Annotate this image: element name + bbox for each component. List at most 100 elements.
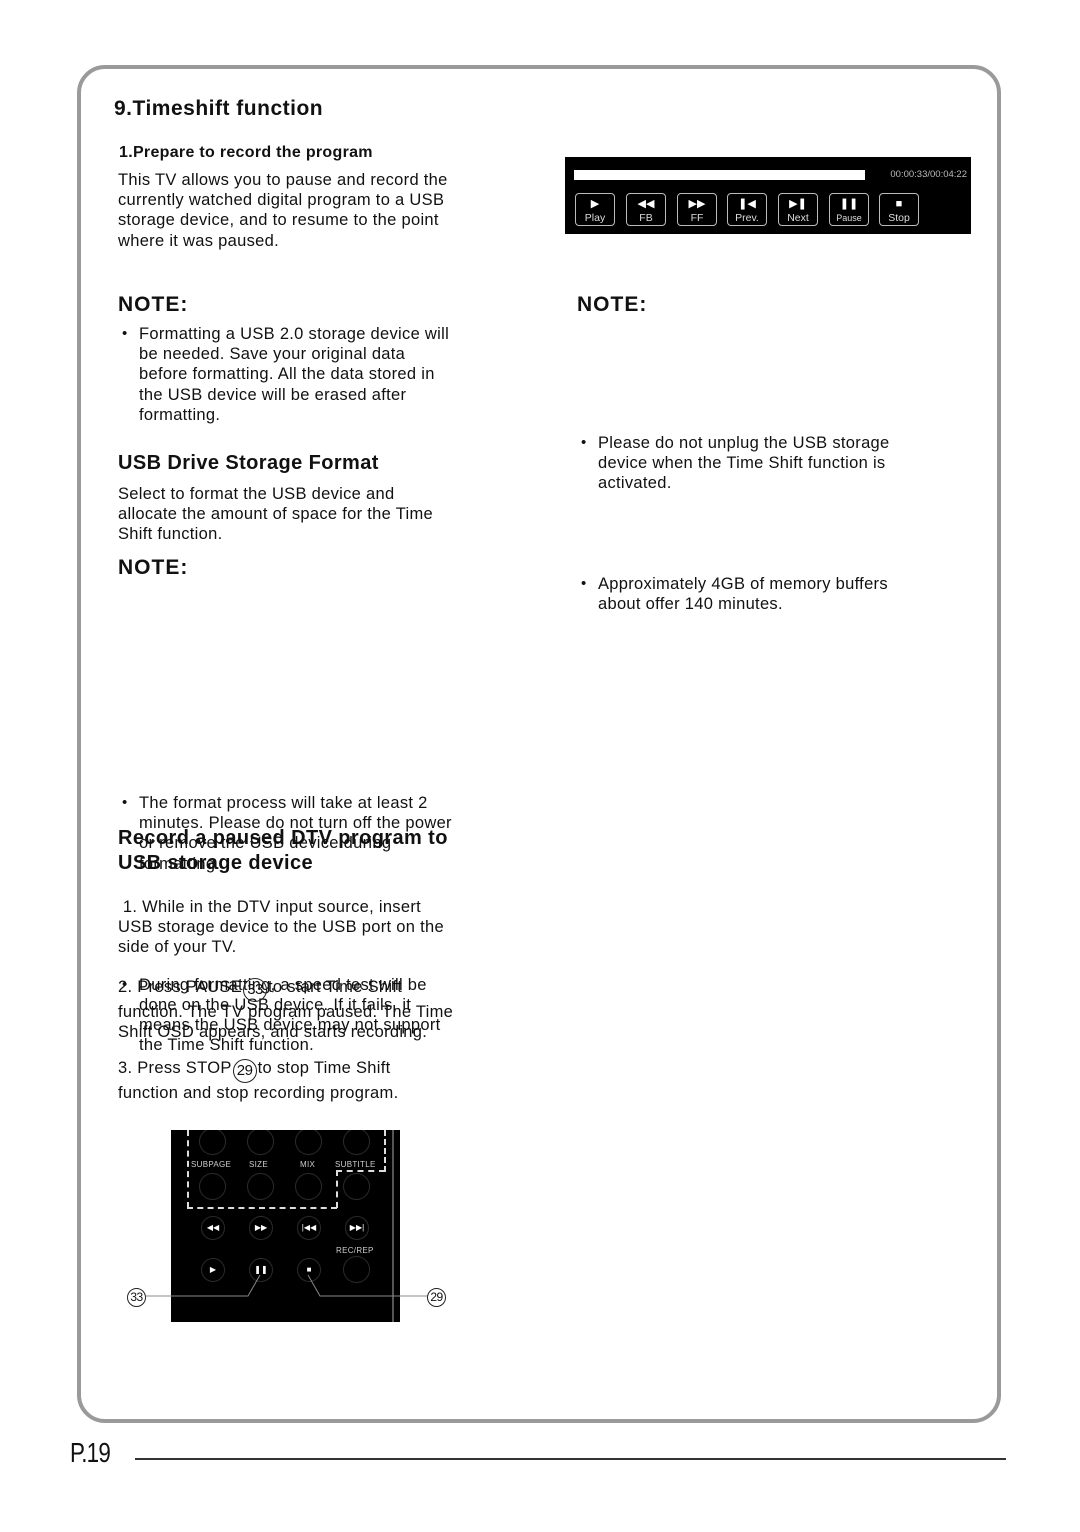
text-line: currently watched digital program to a U…: [118, 191, 445, 210]
previous-icon: ❚◀: [738, 198, 756, 210]
prepare-heading: 1.Prepare to record the program: [119, 144, 373, 161]
step-text: 2. Press PAUSE: [118, 978, 243, 996]
button-label: Next: [787, 212, 809, 224]
dashed-outline: [384, 1130, 386, 1172]
fast-forward-icon: ▶▶: [688, 198, 706, 210]
text-line: function. The TV program paused. The Tim…: [118, 1003, 454, 1021]
timeshift-osd: 00:00:33/00:04:22 ▶ Play ◀◀ FB ▶▶ FF ❚◀ Prev…: [565, 157, 971, 234]
button-label: FB: [639, 212, 653, 224]
page-title: 9.Timeshift function: [114, 97, 324, 120]
text-line: device when the Time Shift function is: [598, 454, 886, 473]
text-line: allocate the amount of space for the Tim…: [118, 505, 433, 524]
record-step-2: 2. Press PAUSE 33 to start Time Shift func…: [118, 977, 518, 1042]
mix-label: MIX: [300, 1160, 316, 1169]
osd-play-button[interactable]: ▶ Play: [575, 193, 615, 226]
progress-bar[interactable]: [574, 170, 865, 180]
step-text: to stop Time Shift: [257, 1059, 391, 1077]
dashed-outline: [336, 1170, 385, 1172]
text-line: USB storage device to the USB port on th…: [118, 918, 444, 937]
text-line: 1. While in the DTV input source, insert: [118, 898, 422, 916]
record-step-3: 3. Press STOP 29 to stop Time Shift functi…: [118, 1058, 518, 1103]
remote-button: [295, 1130, 322, 1155]
heading-line: Record a paused DTV program to: [118, 827, 448, 849]
text-line: storage device, and to resume to the poi…: [118, 211, 439, 230]
callout-29: 29: [427, 1288, 446, 1307]
text-line: be needed. Save your original data: [139, 345, 406, 364]
fast-backward-icon: ◀◀: [637, 198, 655, 210]
note-bullet: Formatting a USB 2.0 storage device will…: [118, 324, 539, 425]
text-line: Formatting a USB 2.0 storage device will: [139, 325, 450, 343]
remote-button: [343, 1173, 370, 1200]
size-label: SIZE: [249, 1160, 268, 1169]
button-label: Play: [584, 212, 606, 224]
step-text: to start Time Shift: [268, 978, 403, 996]
time-readout: 00:00:33/00:04:22: [890, 169, 967, 180]
dashed-outline: [187, 1130, 189, 1208]
text-line: Shift OSD appears, and starts recording.: [118, 1023, 428, 1042]
callout-line-29: [307, 1274, 428, 1297]
page-number: P.19: [70, 1437, 111, 1468]
osd-prev-button[interactable]: ❚◀ Prev.: [727, 193, 767, 226]
pause-icon: ❚❚: [839, 198, 859, 210]
osd-fb-button[interactable]: ◀◀ FB: [626, 193, 666, 226]
note-heading: NOTE:: [118, 293, 189, 316]
usb-format-heading: USB Drive Storage Format: [118, 452, 379, 474]
text-line: before formatting. All the data stored i…: [139, 365, 435, 384]
remote-button: [199, 1173, 226, 1200]
remote-button: [295, 1173, 322, 1200]
osd-pause-button[interactable]: ❚❚ Pause: [829, 193, 869, 226]
stop-icon: ■: [895, 198, 903, 210]
heading-line: USB storage device: [118, 852, 314, 874]
button-label: FF: [690, 212, 704, 224]
text-line: the USB device will be erased after: [139, 385, 407, 404]
button-label: Prev.: [735, 212, 759, 224]
rec-rep-label: REC/REP: [336, 1246, 374, 1255]
next-icon: ▶▶|: [345, 1216, 369, 1240]
remote-button: [247, 1130, 274, 1155]
text-line: activated.: [598, 474, 672, 493]
text-line: 2. Press PAUSE 33 to start Time Shift: [118, 977, 518, 1002]
fast-forward-icon: ▶▶: [249, 1216, 273, 1240]
text-line: about offer 140 minutes.: [598, 594, 783, 613]
osd-next-button[interactable]: ▶❚ Next: [778, 193, 818, 226]
remote-button: [343, 1130, 370, 1155]
button-label: Pause: [836, 213, 862, 223]
previous-icon: |◀◀: [297, 1216, 321, 1240]
text-line: formatting.: [139, 405, 221, 424]
note-bullet: Approximately 4GB of memory buffers abou…: [577, 574, 998, 614]
text-line: The format process will take at least 2: [139, 794, 428, 813]
text-line: Select to format the USB device and: [118, 485, 395, 503]
note-heading: NOTE:: [118, 556, 189, 579]
play-icon: ▶: [590, 198, 600, 210]
text-line: function and stop recording program.: [118, 1084, 399, 1102]
remote-button: [199, 1130, 226, 1155]
prepare-text: This TV allows you to pause and record t…: [118, 170, 518, 251]
text-line: where it was paused.: [118, 231, 280, 250]
osd-ff-button[interactable]: ▶▶ FF: [677, 193, 717, 226]
text-line: This TV allows you to pause and record t…: [118, 171, 448, 189]
note-bullet: Please do not unplug the USB storage dev…: [577, 433, 998, 494]
remote-button: [247, 1173, 274, 1200]
dashed-outline: [336, 1170, 338, 1208]
key-callout-29: 29: [232, 1059, 257, 1083]
next-icon: ▶❚: [789, 198, 807, 210]
record-heading: Record a paused DTV program to USB stora…: [118, 826, 448, 876]
callout-33: 33: [127, 1288, 146, 1307]
text-line: side of your TV.: [118, 938, 237, 957]
text-line: Please do not unplug the USB storage: [598, 434, 890, 453]
footer-rule: [135, 1458, 1006, 1460]
button-label: Stop: [888, 212, 910, 224]
osd-stop-button[interactable]: ■ Stop: [879, 193, 919, 226]
callout-line-33: [146, 1274, 261, 1297]
subpage-label: SUBPAGE: [191, 1160, 232, 1169]
usb-format-text: Select to format the USB device and allo…: [118, 484, 518, 545]
step-text: 3. Press STOP: [118, 1059, 232, 1077]
subtitle-label: SUBTITLE: [335, 1160, 376, 1169]
text-line: Shift function.: [118, 525, 223, 544]
callout-lines: [146, 1274, 428, 1297]
record-step-1: 1. While in the DTV input source, insert…: [118, 897, 518, 958]
note-heading: NOTE:: [577, 293, 648, 316]
key-callout-33: 33: [243, 978, 268, 1002]
text-line: Approximately 4GB of memory buffers: [598, 574, 888, 593]
text-line: 3. Press STOP 29 to stop Time Shift: [118, 1058, 518, 1083]
